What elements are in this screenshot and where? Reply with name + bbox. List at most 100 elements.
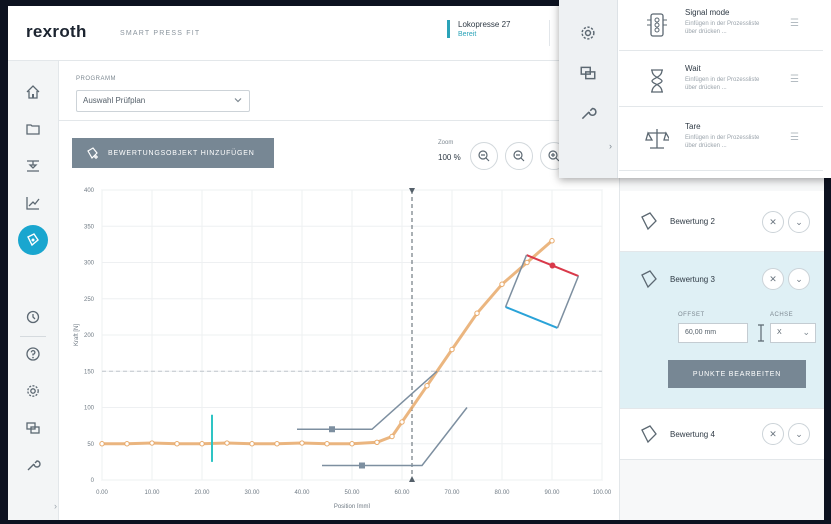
machine-indicator[interactable]: Lokopresse 27 Bereit bbox=[447, 20, 510, 38]
force-curve-point bbox=[299, 440, 305, 446]
x-tick-label: 80.00 bbox=[494, 490, 510, 496]
chevron-down-icon: ⌄ bbox=[802, 327, 810, 337]
force-curve-point bbox=[224, 440, 230, 446]
y-tick-label: 0 bbox=[91, 478, 95, 484]
sidebar-item-history[interactable] bbox=[22, 306, 44, 328]
sidebar-item-network[interactable] bbox=[22, 417, 44, 439]
delete-button[interactable]: ✕ bbox=[762, 423, 784, 445]
force-curve-point bbox=[99, 441, 105, 447]
force-curve-point bbox=[324, 441, 330, 447]
toolbar-divider bbox=[58, 120, 618, 121]
x-tick-label: 100.00 bbox=[593, 490, 611, 496]
chevron-right-icon[interactable]: › bbox=[609, 141, 612, 151]
zoom-label: Zoom bbox=[438, 140, 454, 146]
process-step-description: Einfügen in der Prozessliste über drücke… bbox=[685, 21, 760, 35]
force-curve-point bbox=[449, 346, 455, 353]
chevron-down-icon bbox=[234, 98, 242, 103]
x-tick-label: 20.00 bbox=[194, 490, 210, 496]
process-step-description: Einfügen in der Prozessliste über drücke… bbox=[685, 77, 760, 91]
close-icon: ✕ bbox=[769, 428, 777, 439]
sidebar-item-settings[interactable] bbox=[22, 380, 44, 402]
add-evaluation-object-label: BEWERTUNGSOBJEKT HINZUFÜGEN bbox=[108, 149, 255, 157]
process-step-title: Wait bbox=[685, 64, 701, 73]
expand-button[interactable]: ⌄ bbox=[788, 423, 810, 445]
zoom-reset-icon bbox=[513, 150, 525, 162]
sidebar-item-files[interactable] bbox=[22, 118, 44, 140]
sidebar: › bbox=[8, 61, 59, 520]
close-icon: ✕ bbox=[769, 273, 777, 284]
force-curve-point bbox=[524, 259, 530, 266]
evaluation-card-2[interactable]: Bewertung 2 ✕ ⌄ bbox=[620, 191, 824, 252]
home-icon bbox=[26, 85, 40, 99]
sidebar-item-tools[interactable] bbox=[22, 454, 44, 476]
achse-select[interactable]: X ⌄ bbox=[770, 323, 816, 343]
add-evaluation-object-button[interactable]: BEWERTUNGSOBJEKT HINZUFÜGEN bbox=[72, 138, 274, 168]
achse-label: ACHSE bbox=[770, 312, 794, 318]
sidebar-item-evaluation[interactable] bbox=[18, 225, 48, 255]
evaluation-object-icon bbox=[641, 212, 657, 231]
evaluation-card-title: Bewertung 2 bbox=[670, 217, 715, 226]
zoom-reset-button[interactable] bbox=[505, 142, 533, 170]
x-tick-label: 70.00 bbox=[444, 490, 460, 496]
force-curve-point bbox=[349, 441, 355, 447]
y-tick-label: 50 bbox=[87, 442, 94, 448]
wrench-icon[interactable] bbox=[579, 104, 597, 122]
y-tick-label: 350 bbox=[84, 224, 95, 230]
sidebar-item-press[interactable] bbox=[22, 155, 44, 177]
x-tick-label: 90.00 bbox=[544, 490, 560, 496]
y-tick-label: 150 bbox=[84, 369, 95, 375]
force-curve-point bbox=[199, 441, 205, 447]
collapse-button[interactable]: ⌄ bbox=[788, 268, 810, 290]
process-step-title: Tare bbox=[685, 122, 701, 131]
tolerance-handle bbox=[359, 462, 365, 469]
folder-icon bbox=[26, 124, 40, 135]
zoom-out-button[interactable] bbox=[470, 142, 498, 170]
drag-handle-icon[interactable]: ☰ bbox=[790, 132, 799, 143]
settings-icon[interactable] bbox=[579, 24, 597, 42]
expand-button[interactable]: ⌄ bbox=[788, 211, 810, 233]
evaluation-card-4[interactable]: Bewertung 4 ✕ ⌄ bbox=[620, 409, 824, 460]
force-position-chart[interactable]: 0.00 10.00 20.00 30.00 40.00 50.00 60.00 70.00 8… bbox=[66, 178, 611, 508]
evaluation-card-3[interactable]: Bewertung 3 ✕ ⌄ OFFSET 60,00 mm ACHSE X … bbox=[620, 252, 824, 409]
y-tick-label: 300 bbox=[84, 261, 95, 267]
chevron-down-icon: ⌄ bbox=[795, 273, 803, 284]
sidebar-item-home[interactable] bbox=[22, 81, 44, 103]
force-curve-point bbox=[399, 419, 405, 425]
y-tick-label: 400 bbox=[84, 188, 95, 194]
drag-handle-icon[interactable]: ☰ bbox=[790, 18, 799, 29]
zoom-out-icon bbox=[478, 150, 490, 162]
process-step-signal-mode[interactable]: Signal mode Einfügen in der Prozessliste… bbox=[619, 0, 823, 51]
sidebar-item-analysis[interactable] bbox=[22, 192, 44, 214]
sidebar-item-help[interactable] bbox=[22, 343, 44, 365]
process-step-wait[interactable]: Wait Einfügen in der Prozessliste über d… bbox=[619, 56, 823, 107]
y-tick-label: 250 bbox=[84, 297, 95, 303]
force-curve-point bbox=[474, 310, 480, 316]
program-select[interactable]: Auswahl Prüfplan bbox=[76, 90, 250, 112]
app-subtitle: SMART PRESS FIT bbox=[120, 30, 201, 37]
x-tick-label: 50.00 bbox=[344, 490, 360, 496]
history-icon bbox=[26, 310, 40, 324]
force-curve-point bbox=[249, 441, 255, 447]
press-icon bbox=[27, 160, 39, 172]
topbar-divider bbox=[549, 20, 550, 46]
drag-handle-icon[interactable]: ☰ bbox=[790, 74, 799, 85]
chevron-down-icon: ⌄ bbox=[795, 216, 803, 227]
delete-button[interactable]: ✕ bbox=[762, 268, 784, 290]
process-step-tare[interactable]: Tare Einfügen in der Prozessliste über d… bbox=[619, 114, 823, 171]
force-curve-point bbox=[499, 281, 505, 287]
process-step-title: Signal mode bbox=[685, 8, 730, 17]
chevron-down-icon: ⌄ bbox=[795, 428, 803, 439]
zoom-value: 100 % bbox=[438, 153, 461, 162]
offset-input[interactable]: 60,00 mm bbox=[678, 323, 748, 343]
offset-range-icon bbox=[758, 324, 764, 342]
brand-logo: rexroth bbox=[26, 22, 87, 41]
force-curve-point bbox=[124, 441, 130, 447]
sidebar-collapse-icon[interactable]: › bbox=[54, 501, 57, 511]
sidebar-separator bbox=[20, 336, 46, 337]
tolerance-handle bbox=[329, 426, 335, 433]
scale-icon bbox=[645, 129, 669, 149]
delete-button[interactable]: ✕ bbox=[762, 211, 784, 233]
force-curve-point bbox=[549, 238, 555, 244]
edit-points-button[interactable]: PUNKTE BEARBEITEN bbox=[668, 360, 806, 388]
network-icon[interactable] bbox=[579, 64, 597, 82]
